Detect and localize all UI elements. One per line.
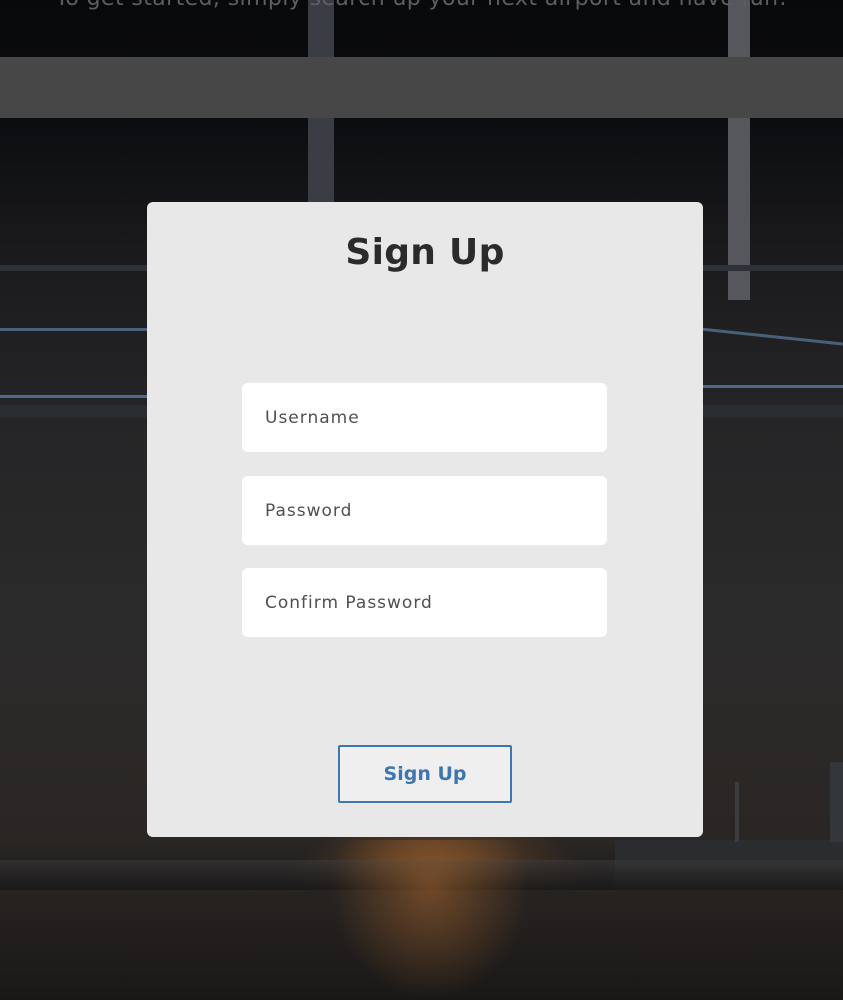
window-beam [0,395,150,398]
window-beam [700,385,843,388]
airport-search-bar[interactable] [0,57,843,118]
signup-button[interactable]: Sign Up [338,745,512,803]
sunset-glow [330,840,530,1000]
light-pole [735,782,739,842]
username-input[interactable] [242,383,607,452]
signup-modal: Sign Up Sign Up [147,202,703,837]
window-frame-post [728,0,750,300]
password-input[interactable] [242,476,607,545]
confirm-password-input[interactable] [242,568,607,637]
window-beam [0,328,150,331]
window-beam [700,327,843,346]
tower [830,762,843,842]
intro-text: To get started, simply search up your ne… [0,0,843,11]
modal-title: Sign Up [345,232,505,273]
